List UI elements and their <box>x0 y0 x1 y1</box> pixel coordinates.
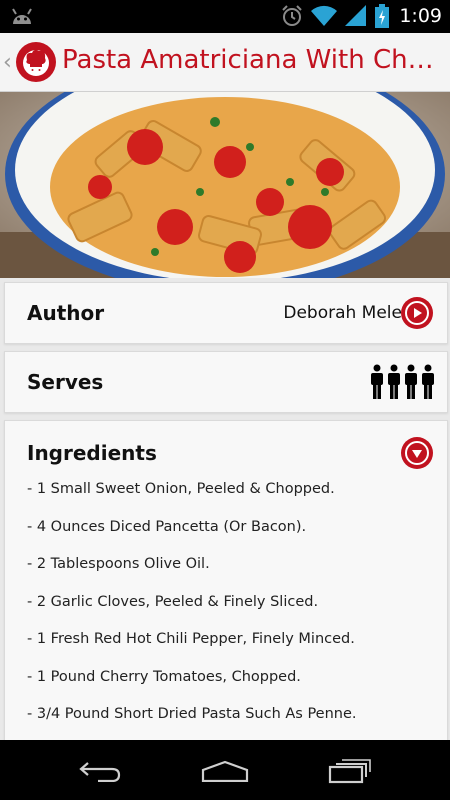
alarm-icon <box>282 5 303 26</box>
ingredient-item: - 3/4 Pound Short Dried Pasta Such As Pe… <box>27 706 357 722</box>
author-name: Deborah Mele <box>283 303 402 323</box>
ingredient-item: - 4 Ounces Diced Pancetta (Or Bacon). <box>27 518 307 535</box>
serves-label: Serves <box>27 370 104 394</box>
back-icon[interactable] <box>78 760 122 782</box>
chevron-down-icon <box>405 441 429 465</box>
battery-icon <box>375 4 390 28</box>
ingredient-item: - 1 Pound Cherry Tomatoes, Chopped. <box>27 668 301 685</box>
system-nav-bar <box>0 740 450 800</box>
back-caret-icon[interactable]: ‹ <box>3 50 12 75</box>
ingredient-item: - 2 Tablespoons Olive Oil. <box>27 556 210 572</box>
serves-row: Serves <box>4 351 448 413</box>
author-row[interactable]: Author Deborah Mele <box>4 282 448 344</box>
ingredients-list: - 1 Small Sweet Onion, Peeled & Chopped.… <box>27 479 357 742</box>
ingredient-item: - 1 Fresh Red Hot Chili Pepper, Finely M… <box>27 631 355 647</box>
recent-apps-icon[interactable] <box>328 758 372 784</box>
author-label: Author <box>27 301 105 325</box>
ingredient-item: - 1 Small Sweet Onion, Peeled & Chopped. <box>27 481 335 497</box>
page-title: Pasta Amatriciana With Cherry Tomatoes <box>62 45 442 75</box>
android-notification-icon <box>12 8 32 24</box>
author-open-button[interactable] <box>401 297 433 329</box>
ingredient-item: - 2 Garlic Cloves, Peeled & Finely Slice… <box>27 593 319 610</box>
ingredients-toggle-button[interactable] <box>401 437 433 469</box>
people-icon <box>371 364 434 399</box>
action-bar: ‹ Pasta Amatriciana With Cherry Tomatoes <box>0 33 450 92</box>
ingredients-label: Ingredients <box>27 441 157 465</box>
ingredients-section: Ingredients - 1 Small Sweet Onion, Peele… <box>4 420 448 742</box>
wifi-icon <box>311 5 338 26</box>
home-icon[interactable] <box>201 760 249 782</box>
recipe-photo <box>0 92 450 278</box>
signal-icon <box>345 5 367 26</box>
status-time: 1:09 <box>399 5 442 27</box>
status-bar: 1:09 <box>0 0 450 33</box>
chef-logo-icon[interactable] <box>16 42 56 82</box>
play-right-icon <box>405 301 429 325</box>
